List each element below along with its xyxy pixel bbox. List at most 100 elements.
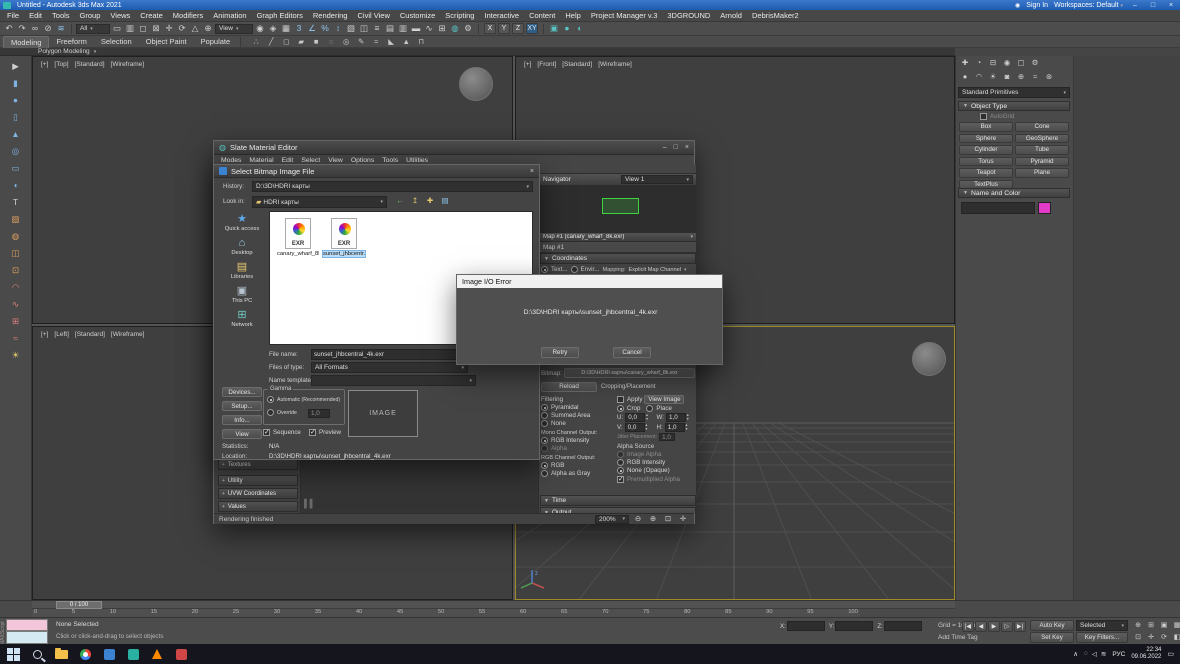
me-menu-utilities[interactable]: Utilities [402, 157, 432, 164]
file-item-canary-wharf-8k[interactable]: EXRcanary_wharf_8k... [277, 218, 319, 259]
mono-output-rgb-intensity-radio[interactable]: RGB Intensity [541, 437, 617, 444]
menu-help[interactable]: Help [560, 11, 585, 20]
shapes-category-icon[interactable]: ◠ [973, 72, 985, 82]
snap-toggle-icon[interactable]: 3 [293, 23, 305, 35]
close-icon[interactable]: × [530, 168, 534, 175]
ribbon-tab-object-paint[interactable]: Object Paint [139, 36, 194, 47]
maximize-button[interactable]: □ [1147, 2, 1159, 9]
geometry-category-icon[interactable]: ● [959, 72, 971, 82]
create-plane-icon[interactable]: ▭ [10, 161, 22, 175]
create-plane-button[interactable]: Plane [1015, 168, 1069, 178]
alpha-source-image-alpha-radio[interactable]: Image Alpha [617, 451, 695, 458]
browser-rollout-utility[interactable]: +Utility [218, 475, 298, 486]
front-shading-quality[interactable]: [Standard] [562, 61, 592, 68]
filtering-summed-area-radio[interactable]: Summed Area [541, 412, 617, 419]
scene-explorer-icon[interactable]: ▤ [384, 23, 396, 35]
material-editor-icon[interactable]: ◍ [449, 23, 461, 35]
create-torus-icon[interactable]: ◎ [10, 144, 22, 158]
selection-filter-select[interactable]: All▾ [76, 24, 110, 34]
key-filters-button[interactable]: Key Filters... [1076, 632, 1128, 643]
display-tab-icon[interactable]: ▢ [1015, 58, 1027, 68]
create-box-button[interactable]: Box [959, 122, 1013, 132]
zoom-extents-icon[interactable]: ▣ [1158, 620, 1170, 630]
texture-radio[interactable]: Text... [541, 266, 568, 273]
ribbon-toggle-icon[interactable]: ▬ [410, 23, 422, 35]
file-item-sunset-jhbcentr[interactable]: EXRsunset_jhbcentr... [323, 218, 365, 259]
left-viewport-menu-icon[interactable]: [+] [41, 331, 48, 338]
motion-tab-icon[interactable]: ◉ [1001, 58, 1013, 68]
editor-zoom-select[interactable]: 200%▾ [595, 515, 629, 524]
menu-animation[interactable]: Animation [208, 11, 251, 20]
crop-spinner-value-v[interactable]: 0,0 [625, 423, 645, 432]
error-dialog-titlebar[interactable]: Image I/O Error [457, 275, 722, 288]
axis-constraint-y[interactable]: Y [498, 23, 510, 34]
menu-modifiers[interactable]: Modifiers [168, 11, 208, 20]
crop-spinner-control-u[interactable]: 0,0▲▼ [625, 413, 651, 422]
macro-recorder-pane[interactable] [6, 619, 48, 631]
selection-region-icon[interactable]: ◻ [137, 23, 149, 35]
me-menu-material[interactable]: Material [245, 157, 277, 164]
menu-scripting[interactable]: Scripting [440, 11, 479, 20]
minimize-button[interactable]: – [1129, 2, 1141, 9]
navigator-panel-header[interactable]: Navigator View 1▾ [539, 173, 696, 186]
place-radio[interactable]: Place [646, 405, 671, 412]
pan-icon[interactable]: ✛ [1145, 632, 1157, 642]
environ-radio[interactable]: Envir... [571, 266, 600, 273]
reload-button[interactable]: Reload [541, 382, 597, 392]
top-viewport-menu-icon[interactable]: [+] [41, 61, 48, 68]
me-menu-modes[interactable]: Modes [217, 157, 245, 164]
alpha-source-rgb-intensity-radio[interactable]: RGB Intensity [617, 459, 695, 466]
select-and-move-icon[interactable]: ✛ [163, 23, 175, 35]
crop-spinner-value-u[interactable]: 0,0 [625, 413, 645, 422]
close-button[interactable]: × [1165, 2, 1177, 9]
go-to-end-icon[interactable]: ▶| [1014, 621, 1026, 632]
play-icon[interactable]: ▶ [988, 621, 1000, 632]
up-one-level-icon[interactable]: ↥ [409, 196, 421, 206]
workspaces-select[interactable]: Workspaces: Default ▾ [1054, 2, 1123, 9]
zoom-icon[interactable]: ⊕ [1132, 620, 1144, 630]
spinner-arrows-icon[interactable]: ▲▼ [645, 413, 651, 422]
rendered-frame-icon[interactable]: ▣ [548, 23, 560, 35]
relax-tool-icon[interactable]: ≈ [370, 37, 382, 47]
ribbon-tab-selection[interactable]: Selection [94, 36, 139, 47]
edge-mode-icon[interactable]: ╱ [265, 37, 277, 47]
node-view-scroll-marks[interactable]: ▌▌ [304, 499, 315, 508]
history-select[interactable]: D:\3D\HDRI карты▾ [252, 181, 533, 192]
hierarchy-tab-icon[interactable]: ⊟ [987, 58, 999, 68]
create-torus-button[interactable]: Torus [959, 157, 1013, 167]
reference-coordinate-select[interactable]: View▾ [215, 24, 253, 34]
coordinates-rollout[interactable]: ▼Coordinates [540, 253, 696, 264]
zoom-in-icon[interactable]: ⊕ [647, 514, 659, 524]
object-type-rollout[interactable]: ▼Object Type [958, 101, 1070, 111]
auto-key-button[interactable]: Auto Key [1030, 620, 1074, 631]
create-cone-icon[interactable]: ▲ [10, 127, 22, 141]
mirror-icon[interactable]: ◫ [358, 23, 370, 35]
crop-radio[interactable]: Crop [617, 405, 640, 412]
name-color-rollout[interactable]: ▼Name and Color [958, 188, 1070, 198]
gamma-override-radio[interactable]: Override [267, 409, 297, 416]
percent-snap-icon[interactable]: % [319, 23, 331, 35]
coord-field-x[interactable] [787, 621, 825, 631]
menu-civil-view[interactable]: Civil View [352, 11, 394, 20]
edit-named-selection-icon[interactable]: ▧ [345, 23, 357, 35]
polygon-mode-icon[interactable]: ▰ [295, 37, 307, 47]
time-slider-track[interactable]: 0 / 100 [32, 601, 955, 609]
sidebar-item-libraries[interactable]: ▤Libraries [218, 261, 266, 280]
preview-checkbox[interactable]: Preview [309, 429, 341, 436]
add-time-tag-button[interactable]: Add Time Tag [938, 634, 978, 641]
search-icon[interactable] [26, 645, 48, 663]
modify-tab-icon[interactable]: ◔ [973, 58, 985, 68]
bend-icon[interactable]: ◠ [10, 280, 22, 294]
ffd-icon[interactable]: ⊞ [10, 314, 22, 328]
create-box-icon[interactable]: ▮ [10, 76, 22, 90]
gamma-automatic-radio[interactable]: Automatic (Recommended) [267, 396, 340, 403]
select-and-manipulate-icon[interactable]: ◈ [267, 23, 279, 35]
left-shading-mode[interactable]: [Wireframe] [111, 331, 145, 338]
menu-project-manager-v-3[interactable]: Project Manager v.3 [586, 11, 663, 20]
browser-rollout-values[interactable]: +Values [218, 501, 298, 512]
spinner-arrows-icon[interactable]: ▲▼ [645, 423, 651, 432]
maximize-icon[interactable]: □ [674, 144, 678, 151]
ribbon-subpanel[interactable]: Polygon Modeling▾ [0, 48, 955, 56]
maximize-viewport-icon[interactable]: ◧ [1171, 632, 1180, 642]
navigator-preview[interactable] [539, 186, 696, 232]
